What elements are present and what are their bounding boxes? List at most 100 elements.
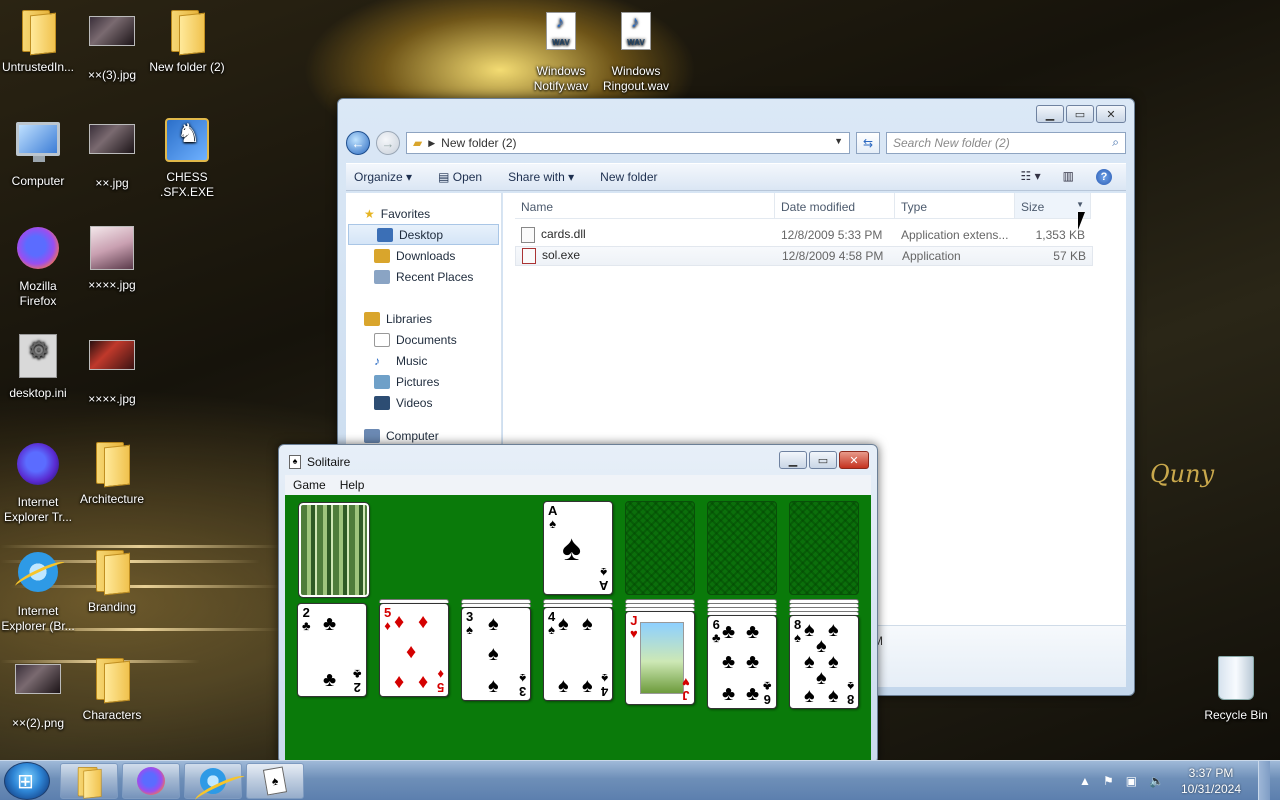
desktop-icon-desktop-ini[interactable]: desktop.ini (0, 332, 76, 401)
desktop-icon-architecture[interactable]: Architecture (74, 440, 150, 507)
foundation-card[interactable]: A ♠ ♠ A ♠ (543, 501, 613, 595)
desktop-icon-recycle-bin[interactable]: Recycle Bin (1198, 656, 1274, 723)
tableau-card-6[interactable]: 6 ♣ ♣ ♣ ♣ ♣ ♣ ♣ 6 ♣ (707, 615, 777, 709)
taskbar-internet-explorer[interactable] (184, 763, 242, 799)
wav-icon: WAV (621, 12, 651, 50)
desktop-icon-new-folder-2[interactable]: New folder (2) (149, 8, 225, 75)
tableau-card-4[interactable]: 4 ♠ ♠ ♠ ♠ ♠ 4 ♠ (543, 607, 613, 701)
show-hidden-icons-icon[interactable]: ▲ (1079, 774, 1091, 788)
minimize-button[interactable]: ▁ (779, 451, 807, 469)
show-desktop-button[interactable] (1258, 761, 1270, 800)
chevron-down-icon[interactable]: ▼ (834, 136, 843, 146)
solitaire-window[interactable]: ♠ Solitaire ▁ ▭ ✕ Game Help A ♠ ♠ A ♠ 2 ♣ ♣… (278, 444, 878, 764)
start-button[interactable] (4, 762, 50, 800)
clock-date: 10/31/2024 (1180, 782, 1242, 796)
preview-pane-icon[interactable]: ▥ (1063, 169, 1074, 185)
breadcrumb-current[interactable]: New folder (2) (441, 136, 516, 150)
nav-computer[interactable]: Computer (346, 425, 501, 446)
nav-downloads[interactable]: Downloads (346, 245, 501, 266)
close-button[interactable]: ✕ (1096, 105, 1126, 123)
forward-button[interactable]: → (376, 131, 400, 155)
desktop-icon-label: ××(3).jpg (87, 68, 137, 82)
nav-favorites[interactable]: ★ Favorites (346, 203, 501, 224)
desktop-icon-label: Characters (82, 708, 142, 722)
nav-desktop[interactable]: Desktop (348, 224, 499, 245)
back-button[interactable]: ← (346, 131, 370, 155)
menu-help[interactable]: Help (340, 478, 365, 492)
refresh-button[interactable]: ⇆ (856, 132, 880, 154)
column-name[interactable]: Name (515, 193, 775, 218)
desktop-icon-label: Internet Explorer Tr... (3, 495, 73, 524)
desktop-icon-chess[interactable]: CHESS .SFX.EXE (149, 116, 225, 200)
tableau-card-3[interactable]: 3 ♠ ♠ ♠ ♠ 3 ♠ (461, 607, 531, 701)
desktop-icon-firefox[interactable]: Mozilla Firefox (0, 224, 76, 309)
file-date: 12/8/2009 5:33 PM (781, 228, 883, 242)
nav-recent-places[interactable]: Recent Places (346, 266, 501, 287)
taskbar-firefox[interactable] (122, 763, 180, 799)
recent-places-icon (374, 269, 390, 284)
desktop-icon-ie-tr[interactable]: Internet Explorer Tr... (0, 440, 76, 525)
desktop-icon-windows-notify[interactable]: WAV Windows Notify.wav (523, 8, 599, 94)
network-icon[interactable]: ▣ (1126, 774, 1137, 788)
desktop-icon-ie-br[interactable]: Internet Explorer (Br... (0, 548, 76, 634)
tableau-card-2[interactable]: 5 ♦ ♦ ♦ ♦ ♦ ♦ 5 ♦ (379, 603, 449, 697)
folder-icon (167, 8, 207, 52)
minimize-button[interactable]: ▁ (1036, 105, 1064, 123)
clock[interactable]: 3:37 PM 10/31/2024 (1176, 765, 1246, 797)
desktop-icon-computer[interactable]: Computer (0, 116, 76, 189)
open-button[interactable]: ▤ Open (438, 170, 482, 184)
desktop-icon-image-2-png[interactable]: ××(2).png (0, 656, 76, 731)
recycle-bin-icon (1218, 656, 1254, 700)
help-icon[interactable]: ? (1096, 169, 1112, 185)
desktop-icon-image-4[interactable]: ××××.jpg (74, 224, 150, 293)
nav-music[interactable]: ♪ Music (346, 350, 501, 371)
desktop-icon-characters[interactable]: Characters (74, 656, 150, 723)
taskbar-solitaire[interactable]: ♠ (246, 763, 304, 799)
solitaire-titlebar[interactable]: ♠ Solitaire (289, 455, 350, 469)
new-folder-button[interactable]: New folder (600, 170, 657, 184)
nav-libraries[interactable]: Libraries (346, 308, 501, 329)
stock-pile[interactable] (298, 502, 370, 598)
organize-button[interactable]: Organize ▾ (354, 170, 412, 184)
desktop-icon-label: Recycle Bin (1204, 708, 1268, 722)
taskbar-explorer[interactable] (60, 763, 118, 799)
share-with-button[interactable]: Share with ▾ (508, 170, 574, 184)
file-row-cards-dll[interactable]: cards.dll 12/8/2009 5:33 PM Application … (515, 225, 1091, 245)
maximize-button[interactable]: ▭ (809, 451, 837, 469)
address-bar[interactable]: ▰ ▶ New folder (2) ▼ (406, 132, 850, 154)
volume-icon[interactable]: 🔈 (1149, 774, 1164, 788)
close-button[interactable]: ✕ (839, 451, 869, 469)
desktop-icon-image[interactable]: ××.jpg (74, 116, 150, 191)
view-options-icon[interactable]: ☷ ▾ (1021, 169, 1041, 185)
desktop-icon-branding[interactable]: Branding (74, 548, 150, 615)
tableau-card-1[interactable]: 2 ♣ ♣ ♣ 2 ♣ (297, 603, 367, 697)
menu-game[interactable]: Game (293, 478, 326, 492)
breadcrumb-arrow-icon: ▶ (428, 137, 436, 148)
tableau-card-7[interactable]: 8 ♠ ♠ ♠ ♠ ♠ ♠ ♠ ♠ ♠ 8 ♠ (789, 615, 859, 709)
column-date-modified[interactable]: Date modified (775, 193, 895, 218)
libraries-icon (364, 311, 380, 326)
search-input[interactable]: Search New folder (2) ⌕ (886, 132, 1126, 154)
action-center-flag-icon[interactable]: ⚑ (1103, 774, 1114, 788)
settings-file-icon (19, 334, 57, 378)
tableau-card-5[interactable]: J ♥ J ♥ (625, 611, 695, 705)
desktop-icon-image-5[interactable]: ××××.jpg (74, 332, 150, 407)
nav-videos[interactable]: Videos (346, 392, 501, 413)
maximize-button[interactable]: ▭ (1066, 105, 1094, 123)
solitaire-icon: ♠ (289, 455, 301, 469)
nav-documents[interactable]: Documents (346, 329, 501, 350)
desktop-icon-untrusted[interactable]: UntrustedIn... (0, 8, 76, 75)
search-icon[interactable]: ⌕ (1112, 135, 1119, 150)
foundation-slot[interactable] (789, 501, 859, 595)
file-row-sol-exe[interactable]: sol.exe 12/8/2009 4:58 PM Application 57… (515, 246, 1093, 266)
desktop-icon-windows-ringout[interactable]: WAV Windows Ringout.wav (598, 8, 674, 94)
foundation-slot[interactable] (625, 501, 695, 595)
open-icon: ▤ (438, 170, 450, 184)
desktop-icon-label: UntrustedIn... (1, 60, 75, 74)
desktop-icon-image-3[interactable]: ××(3).jpg (74, 8, 150, 83)
column-type[interactable]: Type (895, 193, 1015, 218)
sort-dropdown-icon[interactable]: ▼ (1076, 200, 1084, 209)
foundation-slot[interactable] (707, 501, 777, 595)
spade-icon: ♠ (562, 527, 582, 568)
nav-pictures[interactable]: Pictures (346, 371, 501, 392)
